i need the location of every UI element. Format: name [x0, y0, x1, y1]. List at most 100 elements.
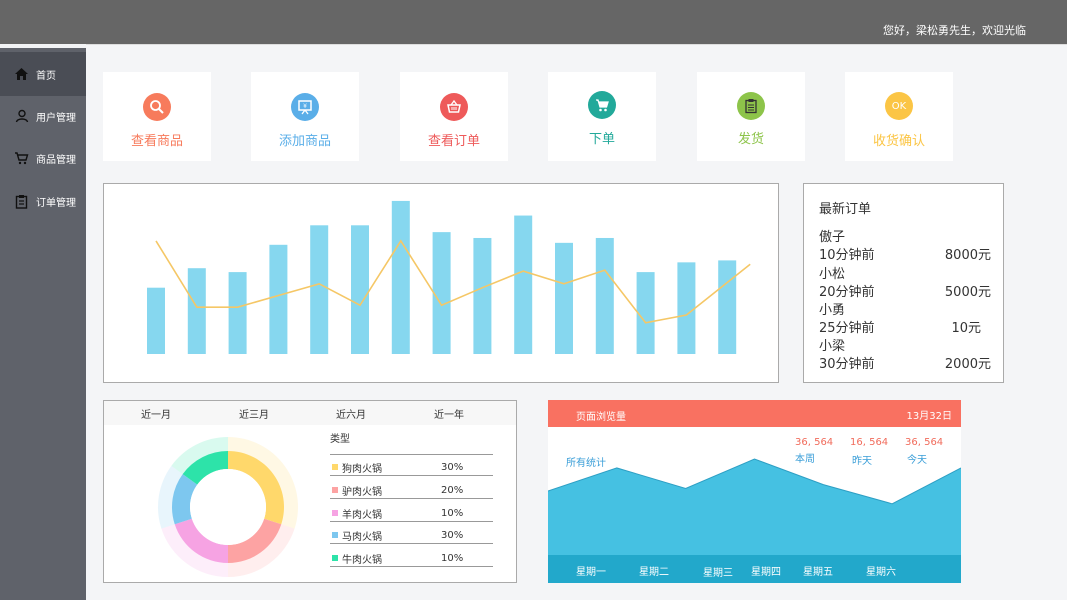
sidebar-item-users[interactable]: 用户管理 [0, 94, 86, 138]
tile-label: 添加商品 [278, 134, 331, 149]
clipboard-icon [737, 92, 765, 120]
legend-name: 羊肉火锅 [342, 510, 382, 521]
page-views-panel: 页面浏览量 13月32日 所有统计 36, 564 本周 16, 564 昨天 … [548, 400, 961, 583]
tab-six-months[interactable]: 近六月 [336, 406, 366, 421]
search-icon [143, 93, 171, 121]
page-views-area-chart [548, 458, 961, 555]
legend-name: 驴肉火锅 [342, 487, 382, 498]
view-orders-tile[interactable]: 查看订单 [400, 72, 508, 161]
add-product-tile[interactable]: ¥ 添加商品 [251, 72, 359, 161]
sidebar-item-label: 订单管理 [36, 197, 76, 209]
tile-label: 查看订单 [427, 134, 480, 149]
legend-percent: 30% [441, 530, 464, 541]
legend-percent: 10% [441, 508, 464, 519]
bar-8 [432, 232, 451, 354]
bar-3 [228, 272, 247, 354]
tile-label: 发货 [737, 132, 764, 147]
bar-14 [677, 262, 696, 354]
bar-5 [310, 225, 329, 354]
bar-9 [473, 237, 492, 354]
tile-label: 下单 [588, 132, 615, 147]
legend-swatch [332, 532, 338, 538]
place-order-tile[interactable]: 下单 [548, 72, 656, 161]
user-icon [14, 109, 29, 124]
legend-item: 驴肉火锅 20% [330, 477, 493, 499]
confirm-receipt-tile[interactable]: OK 收货确认 [845, 72, 953, 161]
sidebar-item-orders[interactable]: 订单管理 [0, 179, 86, 223]
order-customer: 小梁 [819, 339, 846, 354]
sales-chart [147, 200, 751, 354]
weekday-label: 星期六 [866, 567, 896, 578]
bar-13 [636, 272, 655, 354]
tab-one-year[interactable]: 近一年 [434, 406, 464, 421]
bar-11 [555, 242, 573, 354]
bar-12 [595, 237, 614, 354]
legend-name: 马肉火锅 [342, 532, 382, 543]
legend-swatch [332, 555, 338, 561]
page-views-date: 13月32日 [906, 411, 952, 422]
page-views-title: 页面浏览量 [576, 412, 626, 423]
period-tabs: 近一月 近三月 近六月 近一年 [104, 401, 516, 425]
tile-label: 收货确认 [872, 134, 925, 149]
sidebar-item-products[interactable]: 商品管理 [0, 136, 86, 180]
sidebar-item-home[interactable]: 首页 [0, 52, 86, 96]
svg-text:¥: ¥ [303, 103, 307, 110]
main-content: 查看商品 ¥ 添加商品 查看订单 下单 发货 OK 收货确认 最新订单 傲子 1… [86, 44, 1067, 600]
tile-label: 查看商品 [130, 134, 183, 149]
bar-15 [718, 260, 737, 354]
donut-hole [190, 469, 266, 545]
latest-orders-title: 最新订单 [819, 202, 872, 217]
weekday-label: 星期二 [639, 567, 669, 578]
order-time: 20分钟前 [819, 285, 875, 300]
tab-one-month[interactable]: 近一月 [141, 406, 171, 421]
sidebar-item-label: 商品管理 [36, 154, 76, 166]
order-amount: 10元 [951, 321, 981, 336]
cart-icon [14, 151, 29, 166]
ok-icon: OK [885, 92, 913, 120]
weekday-axis: 星期一 星期二 星期三 星期四 星期五 星期六 [548, 555, 961, 583]
legend-item: 羊肉火锅 10% [330, 500, 493, 522]
tab-three-months[interactable]: 近三月 [239, 406, 269, 421]
presentation-icon: ¥ [291, 93, 319, 121]
bar-7 [391, 200, 410, 354]
sidebar-item-label: 用户管理 [36, 112, 76, 124]
weekday-label: 星期四 [751, 567, 781, 578]
bar-6 [351, 225, 369, 354]
legend-title: 类型 [330, 434, 350, 445]
order-amount: 5000元 [944, 285, 991, 300]
bar-4 [269, 244, 288, 354]
top-bar: 您好，梁松勇先生，欢迎光临 [0, 0, 1067, 44]
legend-name: 狗肉火锅 [342, 464, 382, 475]
page-views-area [548, 459, 961, 555]
order-amount: 8000元 [944, 248, 991, 263]
order-customer: 小勇 [819, 303, 846, 318]
sales-chart-panel [103, 183, 779, 383]
order-line: 25分钟前 10元 [819, 317, 991, 336]
legend-swatch [332, 464, 338, 470]
weekday-label: 星期三 [703, 568, 733, 579]
bar-10 [514, 215, 533, 354]
latest-orders-panel: 最新订单 傲子 10分钟前 8000元 小松 20分钟前 5000元 小勇 25… [803, 183, 1004, 383]
clipboard-icon [14, 194, 29, 209]
legend-percent: 10% [441, 553, 464, 564]
category-donut-panel: 近一月 近三月 近六月 近一年 类型 狗肉火锅 30% 驴肉火锅 20% 羊肉火… [103, 400, 517, 583]
legend-item: 狗肉火锅 30% [330, 454, 493, 476]
basket-icon [440, 93, 468, 121]
view-products-tile[interactable]: 查看商品 [103, 72, 211, 161]
bar-2 [187, 268, 206, 354]
legend-swatch [332, 487, 338, 493]
legend-item: 牛肉火锅 10% [330, 545, 493, 567]
order-time: 10分钟前 [819, 248, 875, 263]
ship-tile[interactable]: 发货 [697, 72, 805, 161]
weekday-label: 星期五 [803, 567, 833, 578]
cart-icon [588, 91, 616, 119]
order-line: 30分钟前 2000元 [819, 353, 991, 372]
bar-1 [147, 287, 165, 354]
order-amount: 2000元 [944, 357, 991, 372]
legend-percent: 20% [441, 485, 464, 496]
weekday-label: 星期一 [576, 567, 606, 578]
page-views-header: 页面浏览量 13月32日 [548, 400, 961, 427]
order-customer: 小松 [819, 267, 846, 282]
order-time: 25分钟前 [819, 321, 875, 336]
order-line: 20分钟前 5000元 [819, 281, 991, 300]
